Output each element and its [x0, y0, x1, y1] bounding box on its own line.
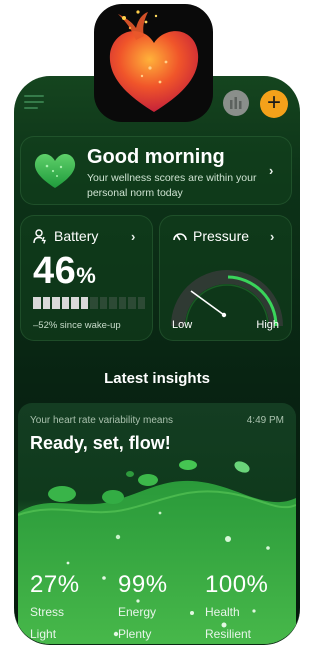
phone-screen: + Good morning Your wellness scores are …	[14, 76, 300, 644]
battery-segment	[80, 297, 88, 309]
app-icon	[94, 4, 213, 122]
battery-segment	[33, 297, 41, 309]
stat-label: Stress	[30, 605, 65, 619]
battery-segment	[109, 297, 117, 309]
screen: + Good morning Your wellness scores are …	[0, 0, 304, 647]
stat-sublabel: Resilient	[205, 627, 252, 641]
stat-health: 100% Health Resilient	[205, 571, 268, 641]
stat-sublabel: Plenty	[118, 627, 152, 641]
battery-value: 46%	[33, 250, 97, 292]
chart-button[interactable]	[223, 90, 249, 116]
stat-stress: 27% Stress Light	[30, 571, 80, 641]
stat-label: Energy	[118, 605, 157, 619]
insight-card[interactable]: Your heart rate variability means 4:49 P…	[18, 403, 296, 644]
battery-card[interactable]: Battery › 46% –52% since wake-up	[20, 215, 153, 341]
menu-icon[interactable]	[24, 95, 44, 111]
add-button[interactable]: +	[260, 90, 288, 118]
plus-icon: +	[266, 89, 281, 116]
chevron-right-icon: ›	[269, 163, 274, 178]
greeting-card[interactable]: Good morning Your wellness scores are wi…	[20, 136, 292, 205]
stat-energy: 99% Energy Plenty	[118, 571, 168, 641]
chevron-right-icon: ›	[131, 229, 136, 244]
battery-segment	[71, 297, 79, 309]
stat-sublabel: Light	[30, 627, 57, 641]
insight-title: Ready, set, flow!	[30, 433, 171, 453]
battery-level-bar	[33, 297, 145, 309]
stat-value: 99%	[118, 571, 168, 598]
insight-subtitle: Your heart rate variability means	[30, 415, 174, 426]
person-battery-icon	[33, 228, 46, 244]
pressure-card[interactable]: Pressure › Low High	[159, 215, 292, 341]
gauge-icon	[173, 233, 187, 241]
battery-label: Battery	[54, 228, 99, 244]
battery-segment	[42, 297, 50, 309]
battery-segment	[99, 297, 107, 309]
battery-segment	[52, 297, 60, 309]
gauge-low-label: Low	[172, 319, 193, 331]
gauge-high-label: High	[256, 319, 279, 331]
battery-segment	[90, 297, 98, 309]
stat-value: 100%	[205, 571, 269, 598]
battery-segment	[137, 297, 145, 309]
pressure-label: Pressure	[193, 228, 250, 244]
battery-segment	[128, 297, 136, 309]
insights-heading: Latest insights	[104, 370, 210, 387]
stat-label: Health	[205, 605, 240, 619]
battery-segment	[61, 297, 69, 309]
bar-chart-icon	[230, 97, 242, 109]
heart-icon	[34, 153, 76, 188]
greeting-subtitle: Your wellness scores are within your per…	[87, 172, 257, 199]
pressure-header: Pressure	[172, 228, 249, 244]
battery-change-text: –52% since wake-up	[33, 320, 121, 331]
battery-segment	[118, 297, 126, 309]
greeting-title: Good morning	[87, 146, 225, 168]
stat-value: 27%	[30, 571, 80, 598]
battery-header: Battery	[33, 228, 98, 244]
insight-time: 4:49 PM	[246, 415, 284, 426]
chevron-right-icon: ›	[270, 229, 275, 244]
